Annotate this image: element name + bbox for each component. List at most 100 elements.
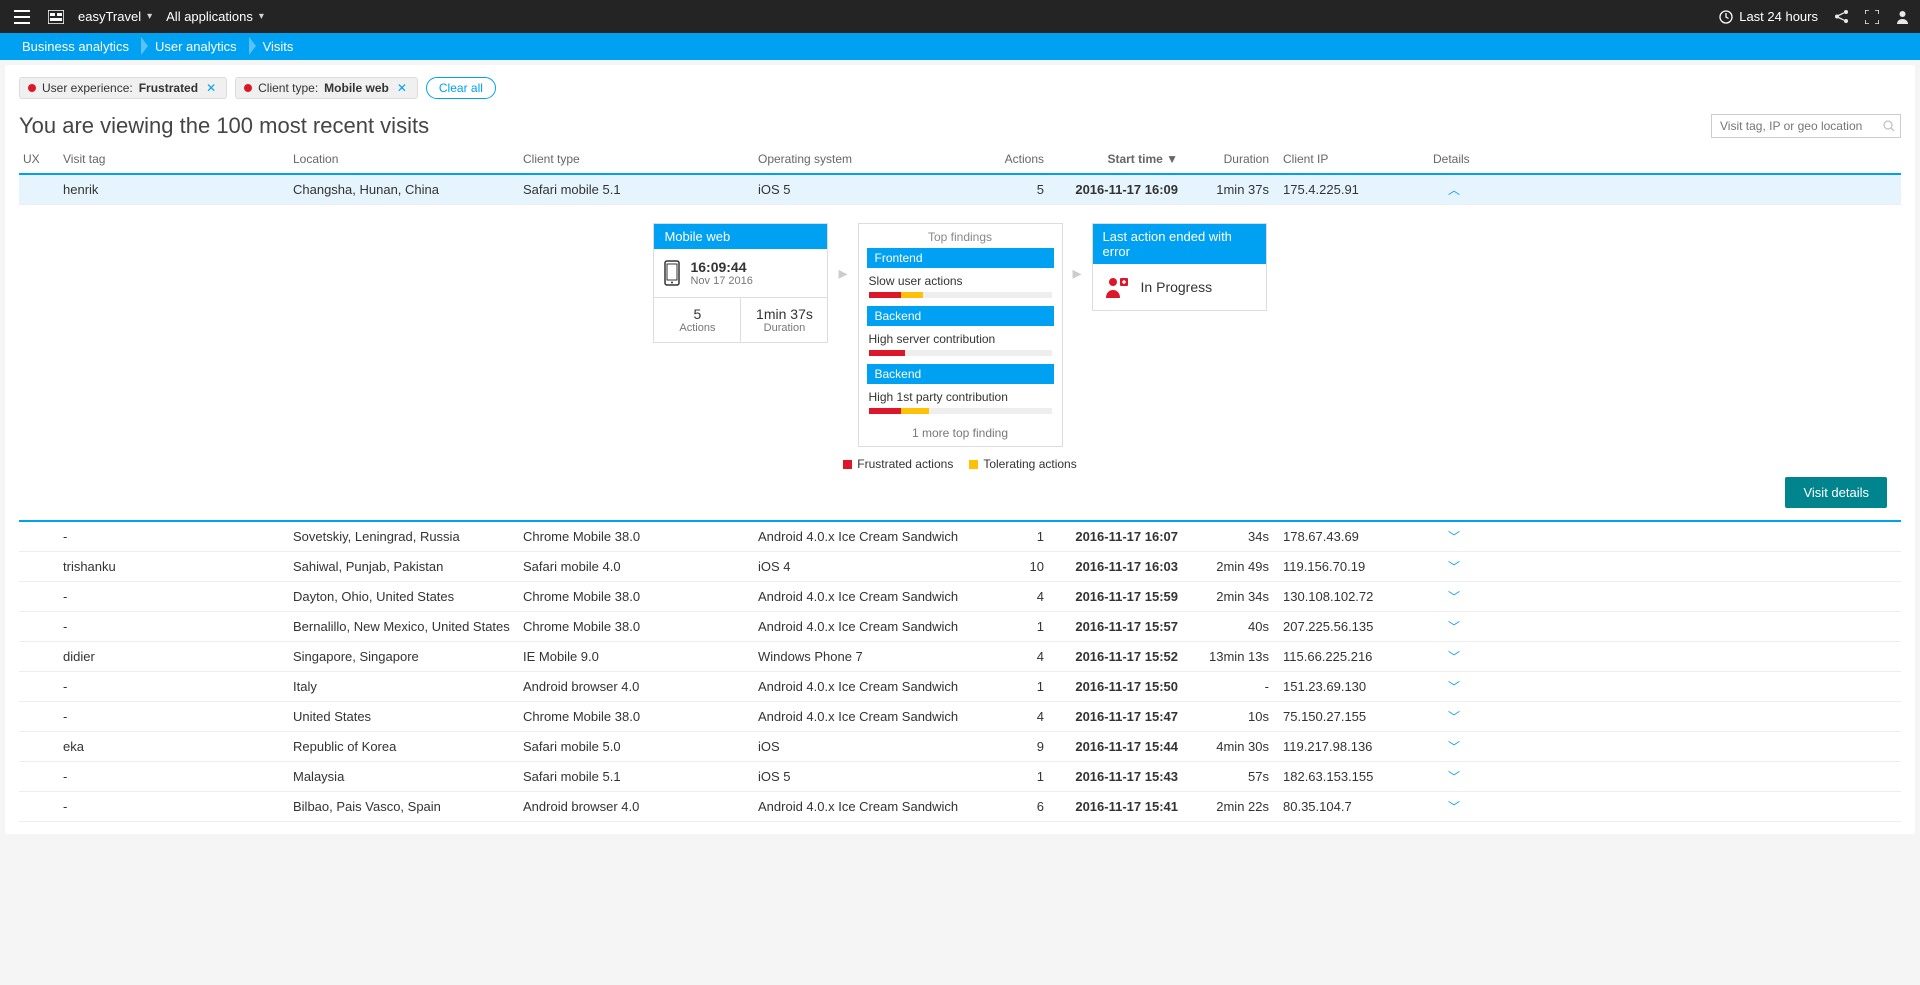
last-action-card: Last action ended with error In Progress — [1092, 223, 1267, 311]
card-title: Mobile web — [654, 224, 827, 249]
expand-icon[interactable]: ﹀ — [1429, 676, 1479, 697]
expand-icon[interactable]: ﹀ — [1429, 706, 1479, 727]
chip-remove-icon[interactable]: ✕ — [395, 81, 409, 95]
row-location: Sovetskiy, Leningrad, Russia — [289, 527, 519, 546]
share-icon[interactable] — [1834, 9, 1849, 24]
row-client: Android browser 4.0 — [519, 677, 754, 696]
table-row[interactable]: trishanku Sahiwal, Punjab, Pakistan Safa… — [19, 552, 1901, 582]
row-location: United States — [289, 707, 519, 726]
timeframe-label: Last 24 hours — [1739, 9, 1818, 24]
row-ip: 151.23.69.130 — [1279, 677, 1429, 696]
row-tag: - — [59, 767, 289, 786]
dashboard-icon[interactable] — [48, 10, 64, 24]
row-ip: 175.4.225.91 — [1279, 180, 1429, 199]
user-icon[interactable] — [1895, 9, 1910, 24]
expand-icon[interactable]: ﹀ — [1429, 646, 1479, 667]
expand-icon[interactable]: ﹀ — [1429, 766, 1479, 787]
legend-frustrated-label: Frustrated actions — [857, 457, 953, 471]
row-client: Chrome Mobile 38.0 — [519, 707, 754, 726]
row-start: 2016-11-17 16:07 — [1054, 527, 1184, 546]
table-row[interactable]: - Italy Android browser 4.0 Android 4.0.… — [19, 672, 1901, 702]
table-row[interactable]: - Bernalillo, New Mexico, United States … — [19, 612, 1901, 642]
row-actions: 1 — [989, 527, 1054, 546]
row-client: Safari mobile 5.1 — [519, 180, 754, 199]
col-tag[interactable]: Visit tag — [59, 150, 289, 168]
row-actions: 4 — [989, 647, 1054, 666]
table-row[interactable]: - Bilbao, Pais Vasco, Spain Android brow… — [19, 792, 1901, 822]
table-row[interactable]: - Sovetskiy, Leningrad, Russia Chrome Mo… — [19, 522, 1901, 552]
row-start: 2016-11-17 15:57 — [1054, 617, 1184, 636]
row-os: iOS 5 — [754, 180, 989, 199]
breadcrumb-item[interactable]: User analytics — [143, 33, 251, 60]
all-apps-selector[interactable]: All applications ▾ — [166, 9, 264, 24]
chip-value: Mobile web — [324, 81, 389, 95]
menu-icon[interactable] — [10, 6, 34, 28]
table-row[interactable]: didier Singapore, Singapore IE Mobile 9.… — [19, 642, 1901, 672]
col-details: Details — [1429, 150, 1479, 168]
table-row[interactable]: eka Republic of Korea Safari mobile 5.0 … — [19, 732, 1901, 762]
col-ip[interactable]: Client IP — [1279, 150, 1429, 168]
row-start: 2016-11-17 15:44 — [1054, 737, 1184, 756]
filter-chip-ux: User experience:Frustrated ✕ — [19, 77, 227, 99]
more-findings-link[interactable]: 1 more top finding — [867, 422, 1054, 440]
duration-label: Duration — [745, 322, 823, 334]
row-ip: 75.150.27.155 — [1279, 707, 1429, 726]
actions-count: 5 — [658, 306, 736, 322]
col-client[interactable]: Client type — [519, 150, 754, 168]
row-duration: 10s — [1184, 707, 1279, 726]
table-row[interactable]: - Malaysia Safari mobile 5.1 iOS 5 1 201… — [19, 762, 1901, 792]
expand-icon[interactable]: ﹀ — [1429, 586, 1479, 607]
row-tag: - — [59, 587, 289, 606]
timeframe-selector[interactable]: Last 24 hours — [1719, 9, 1818, 24]
finding-body: High 1st party contribution — [867, 384, 1054, 416]
chevron-down-icon: ▾ — [147, 11, 152, 22]
filter-chip-client: Client type: Mobile web ✕ — [235, 77, 418, 99]
table-header: UX Visit tag Location Client type Operat… — [19, 145, 1901, 175]
collapse-icon[interactable]: ︿ — [1429, 179, 1479, 200]
expand-icon[interactable]: ﹀ — [1429, 556, 1479, 577]
row-duration: 4min 30s — [1184, 737, 1279, 756]
row-actions: 6 — [989, 797, 1054, 816]
chip-label: Client type: — [258, 81, 318, 95]
table-row[interactable]: henrik Changsha, Hunan, China Safari mob… — [19, 175, 1901, 205]
legend-frustrated-icon — [843, 460, 852, 469]
row-os: Android 4.0.x Ice Cream Sandwich — [754, 527, 989, 546]
col-actions[interactable]: Actions — [989, 150, 1054, 168]
expand-icon[interactable]: ﹀ — [1429, 616, 1479, 637]
row-actions: 1 — [989, 677, 1054, 696]
row-location: Singapore, Singapore — [289, 647, 519, 666]
col-duration[interactable]: Duration — [1184, 150, 1279, 168]
card-title: Last action ended with error — [1093, 224, 1266, 264]
row-location: Italy — [289, 677, 519, 696]
expand-icon[interactable]: ﹀ — [1429, 736, 1479, 757]
table-row[interactable]: - Dayton, Ohio, United States Chrome Mob… — [19, 582, 1901, 612]
col-ux[interactable]: UX — [19, 150, 59, 168]
visit-date: Nov 17 2016 — [690, 275, 752, 287]
app-selector[interactable]: easyTravel ▾ — [78, 9, 152, 24]
col-location[interactable]: Location — [289, 150, 519, 168]
search-input[interactable] — [1711, 114, 1901, 138]
breadcrumb-item[interactable]: Visits — [251, 33, 308, 60]
breadcrumb: Business analytics User analytics Visits — [0, 33, 1920, 60]
row-location: Bilbao, Pais Vasco, Spain — [289, 797, 519, 816]
actions-label: Actions — [658, 322, 736, 334]
row-ip: 178.67.43.69 — [1279, 527, 1429, 546]
clear-all-button[interactable]: Clear all — [426, 77, 496, 99]
row-os: Windows Phone 7 — [754, 647, 989, 666]
app-name: easyTravel — [78, 9, 141, 24]
expand-icon[interactable]: ﹀ — [1429, 796, 1479, 817]
breadcrumb-item[interactable]: Business analytics — [10, 33, 143, 60]
visit-details-button[interactable]: Visit details — [1785, 477, 1887, 508]
col-os[interactable]: Operating system — [754, 150, 989, 168]
row-start: 2016-11-17 15:59 — [1054, 587, 1184, 606]
table-row[interactable]: - United States Chrome Mobile 38.0 Andro… — [19, 702, 1901, 732]
expand-icon[interactable]: ﹀ — [1429, 526, 1479, 547]
chip-remove-icon[interactable]: ✕ — [204, 81, 218, 95]
row-duration: 57s — [1184, 767, 1279, 786]
row-tag: eka — [59, 737, 289, 756]
legend-tolerating-label: Tolerating actions — [983, 457, 1076, 471]
col-start[interactable]: Start time ▼ — [1054, 150, 1184, 168]
fullscreen-icon[interactable] — [1865, 10, 1879, 24]
row-os: Android 4.0.x Ice Cream Sandwich — [754, 707, 989, 726]
row-start: 2016-11-17 16:09 — [1054, 180, 1184, 199]
